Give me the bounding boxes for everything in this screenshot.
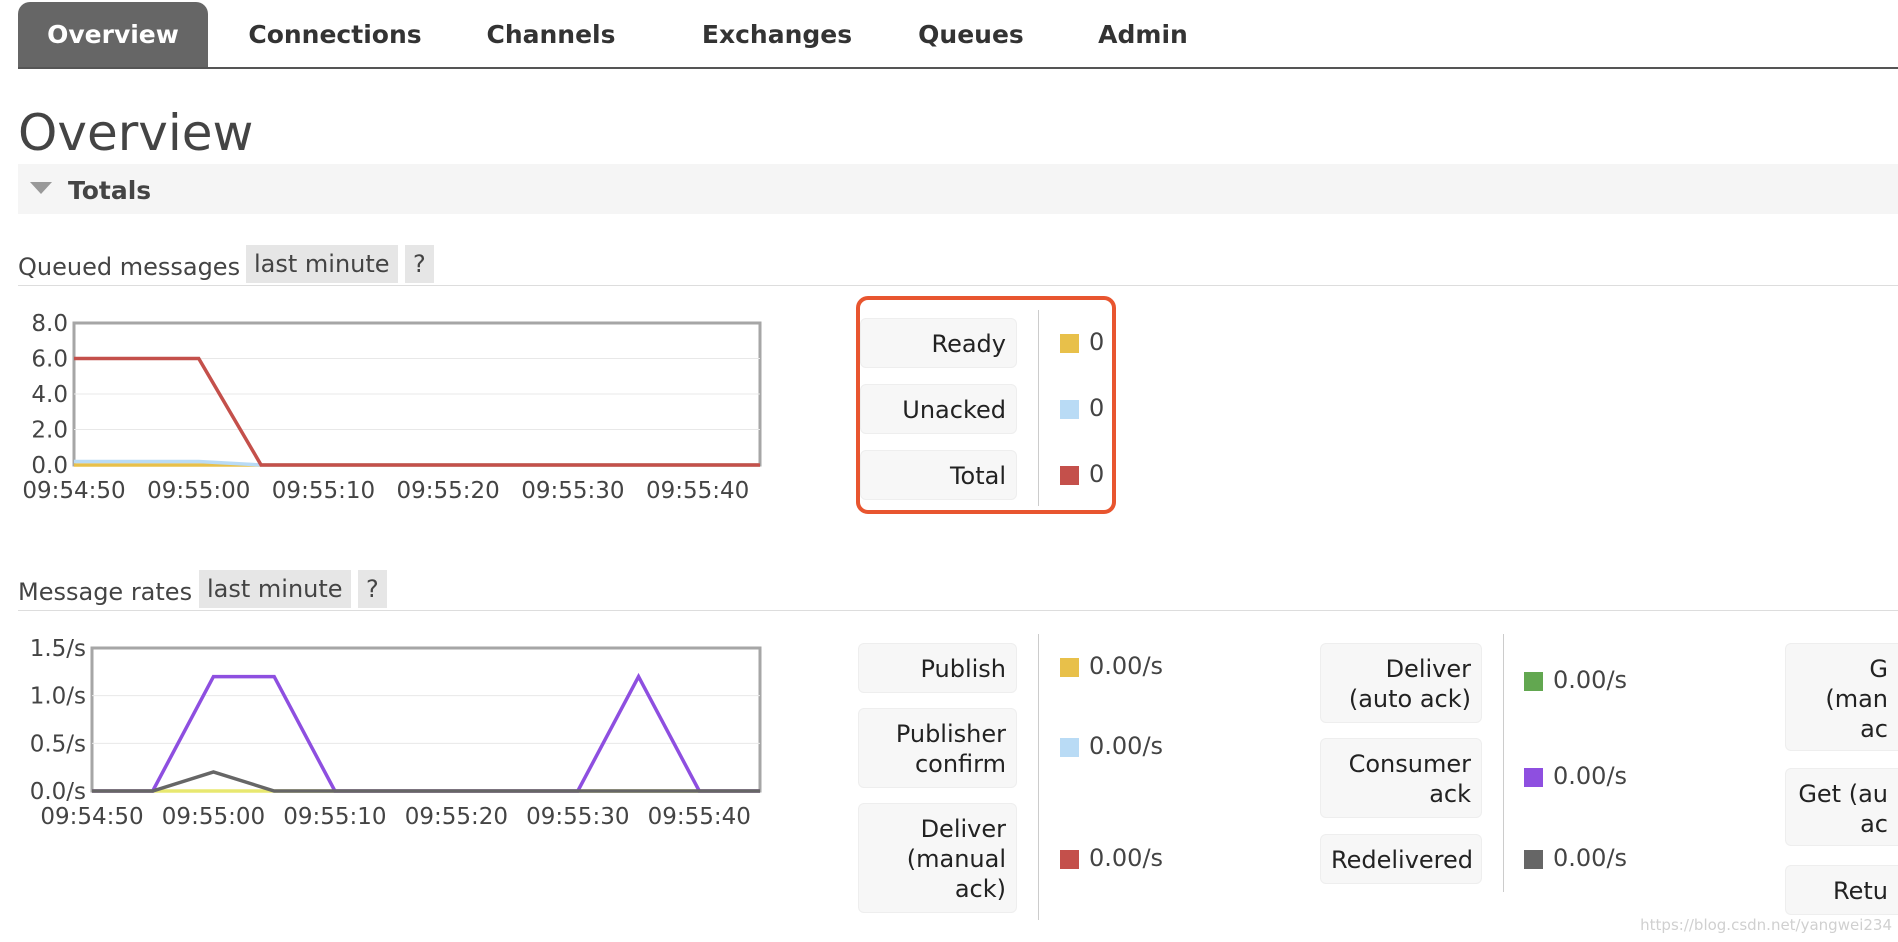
y-tick-label: 8.0 (31, 311, 68, 337)
deliver-auto-swatch (1524, 672, 1543, 691)
message-rates-header: Message rates last minute ? (18, 570, 1898, 611)
watermark: https://blog.csdn.net/yangwei234 (1640, 916, 1892, 934)
legend-consumer-ack: Consumer ack (1320, 738, 1482, 818)
x-tick-label: 09:55:40 (648, 804, 751, 830)
total-swatch (1060, 466, 1079, 485)
legend-unacked: Unacked (860, 384, 1017, 434)
ready-value: 0 (1089, 328, 1105, 356)
queued-messages-header: Queued messages last minute ? (18, 245, 1898, 286)
y-tick-label: 4.0 (31, 382, 68, 408)
x-tick-label: 09:55:20 (405, 804, 508, 830)
y-tick-label: 0.0 (31, 453, 68, 479)
legend-get-auto-ack: Get (au ac (1785, 768, 1898, 846)
tab-connections[interactable]: Connections (240, 2, 430, 67)
deliver-manual-value: 0.00/s (1089, 844, 1164, 872)
queued-messages-title: Queued messages (18, 253, 241, 281)
tab-exchanges[interactable]: Exchanges (682, 2, 872, 67)
rates-range-selector[interactable]: last minute (199, 570, 351, 608)
totals-section-toggle[interactable]: Totals (18, 164, 1898, 214)
x-tick-label: 09:55:00 (162, 804, 265, 830)
legend-divider (1038, 310, 1039, 506)
y-tick-label: 2.0 (31, 418, 68, 444)
legend-publish: Publish (858, 643, 1017, 693)
x-tick-label: 09:54:50 (22, 478, 125, 504)
legend-ready: Ready (860, 318, 1017, 368)
unacked-swatch (1060, 400, 1079, 419)
x-tick-label: 09:55:40 (646, 478, 749, 504)
consumer-ack-value: 0.00/s (1553, 762, 1628, 790)
collapse-triangle-icon (30, 182, 52, 194)
legend-total: Total (860, 450, 1017, 500)
rates-col2-divider (1503, 634, 1504, 892)
page-title: Overview (18, 104, 254, 162)
deliver-auto-value: 0.00/s (1553, 666, 1628, 694)
legend-deliver-auto-ack: Deliver (auto ack) (1320, 643, 1482, 723)
y-tick-label: 6.0 (31, 347, 68, 373)
legend-return: Retu (1785, 865, 1898, 915)
x-tick-label: 09:54:50 (40, 804, 143, 830)
x-tick-label: 09:55:30 (526, 804, 629, 830)
tab-channels[interactable]: Channels (466, 2, 636, 67)
legend-get-manual-ack: G (man ac (1785, 643, 1898, 751)
publisher-confirm-swatch (1060, 738, 1079, 757)
consumer-ack-swatch (1524, 768, 1543, 787)
y-tick-label: 0.0/s (30, 779, 86, 805)
nav-tabs: Overview Connections Channels Exchanges … (18, 0, 1898, 69)
ready-swatch (1060, 334, 1079, 353)
tab-overview[interactable]: Overview (18, 2, 208, 67)
queued-range-selector[interactable]: last minute (246, 245, 398, 283)
y-tick-label: 1.0/s (30, 684, 86, 710)
total-value: 0 (1089, 460, 1105, 488)
x-tick-label: 09:55:20 (397, 478, 500, 504)
x-tick-label: 09:55:00 (147, 478, 250, 504)
x-tick-label: 09:55:10 (283, 804, 386, 830)
message-rates-chart: 0.0/s 0.5/s 1.0/s 1.5/s 09:54:50 09:55:00 09:5… (30, 636, 762, 830)
x-tick-label: 09:55:10 (272, 478, 375, 504)
deliver-manual-swatch (1060, 850, 1079, 869)
y-tick-label: 1.5/s (30, 636, 86, 662)
legend-publisher-confirm: Publisher confirm (858, 708, 1017, 788)
rates-col1-divider (1038, 634, 1039, 920)
tab-queues[interactable]: Queues (896, 2, 1046, 67)
tab-admin[interactable]: Admin (1068, 2, 1218, 67)
y-tick-label: 0.5/s (30, 731, 86, 757)
legend-redelivered: Redelivered (1320, 834, 1482, 884)
x-tick-label: 09:55:30 (521, 478, 624, 504)
rates-help-button[interactable]: ? (358, 570, 387, 608)
unacked-value: 0 (1089, 394, 1105, 422)
message-rates-title: Message rates (18, 578, 193, 606)
queued-help-button[interactable]: ? (405, 245, 434, 283)
publish-swatch (1060, 658, 1079, 677)
queued-messages-chart: 0.0 2.0 4.0 6.0 8.0 09:54:50 09:55:00 09:55:10 0… (22, 311, 762, 504)
publisher-confirm-value: 0.00/s (1089, 732, 1164, 760)
redelivered-value: 0.00/s (1553, 844, 1628, 872)
publish-value: 0.00/s (1089, 652, 1164, 680)
legend-deliver-manual-ack: Deliver (manual ack) (858, 803, 1017, 913)
section-title: Totals (68, 176, 152, 205)
redelivered-swatch (1524, 850, 1543, 869)
